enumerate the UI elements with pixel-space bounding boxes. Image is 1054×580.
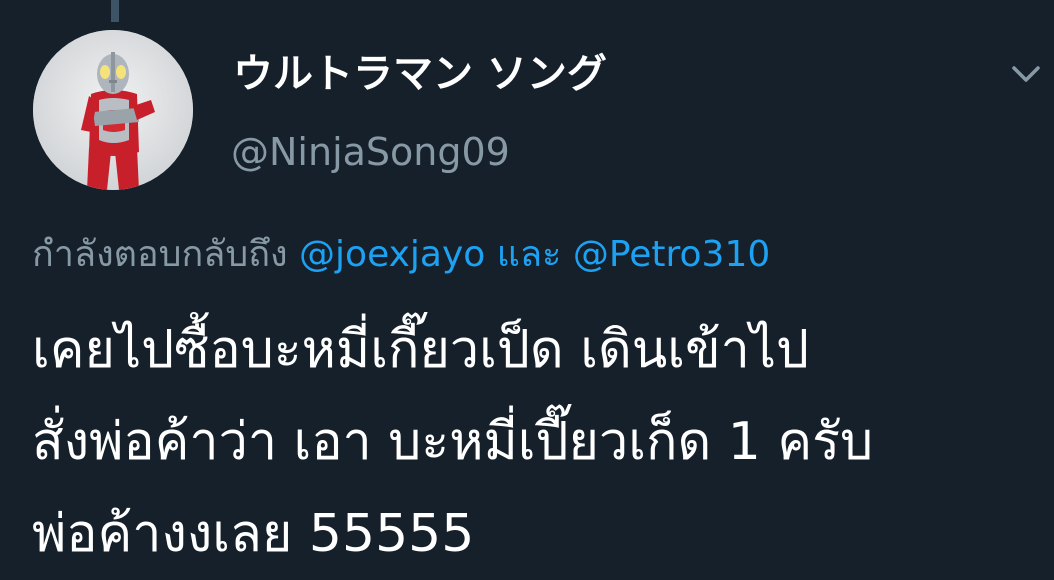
author-display-name[interactable]: ウルトラマン ソング — [233, 44, 607, 104]
tweet-menu-button[interactable] — [1004, 54, 1048, 94]
tweet-text: เคยไปซื้อบะหมี่เกี๊ยวเป็ด เดินเข้าไป สั่… — [32, 304, 1042, 580]
avatar[interactable] — [33, 30, 193, 190]
tweet-text-line: เคยไปซื้อบะหมี่เกี๊ยวเป็ด เดินเข้าไป — [32, 320, 809, 380]
mention-link-petro310[interactable]: @Petro310 — [573, 234, 770, 275]
replying-to-label: กำลังตอบกลับถึง — [32, 234, 288, 275]
tweet-text-line: พ่อค้างงเลย 55555 — [32, 504, 475, 564]
mention-link-joexjayo[interactable]: @joexjayo — [299, 234, 485, 275]
ultraman-figure-icon — [33, 30, 193, 190]
replying-to-line: กำลังตอบกลับถึง @joexjayo และ @Petro310 — [32, 227, 770, 283]
chevron-down-icon — [1012, 66, 1040, 82]
tweet-text-line: สั่งพ่อค้าว่า เอา บะหมี่เปี๊ยวเก็ด 1 ครั… — [32, 412, 874, 472]
mention-conjunction: และ — [496, 234, 562, 275]
author-handle[interactable]: @NinjaSong09 — [231, 124, 510, 180]
thread-connector-line — [111, 0, 119, 22]
